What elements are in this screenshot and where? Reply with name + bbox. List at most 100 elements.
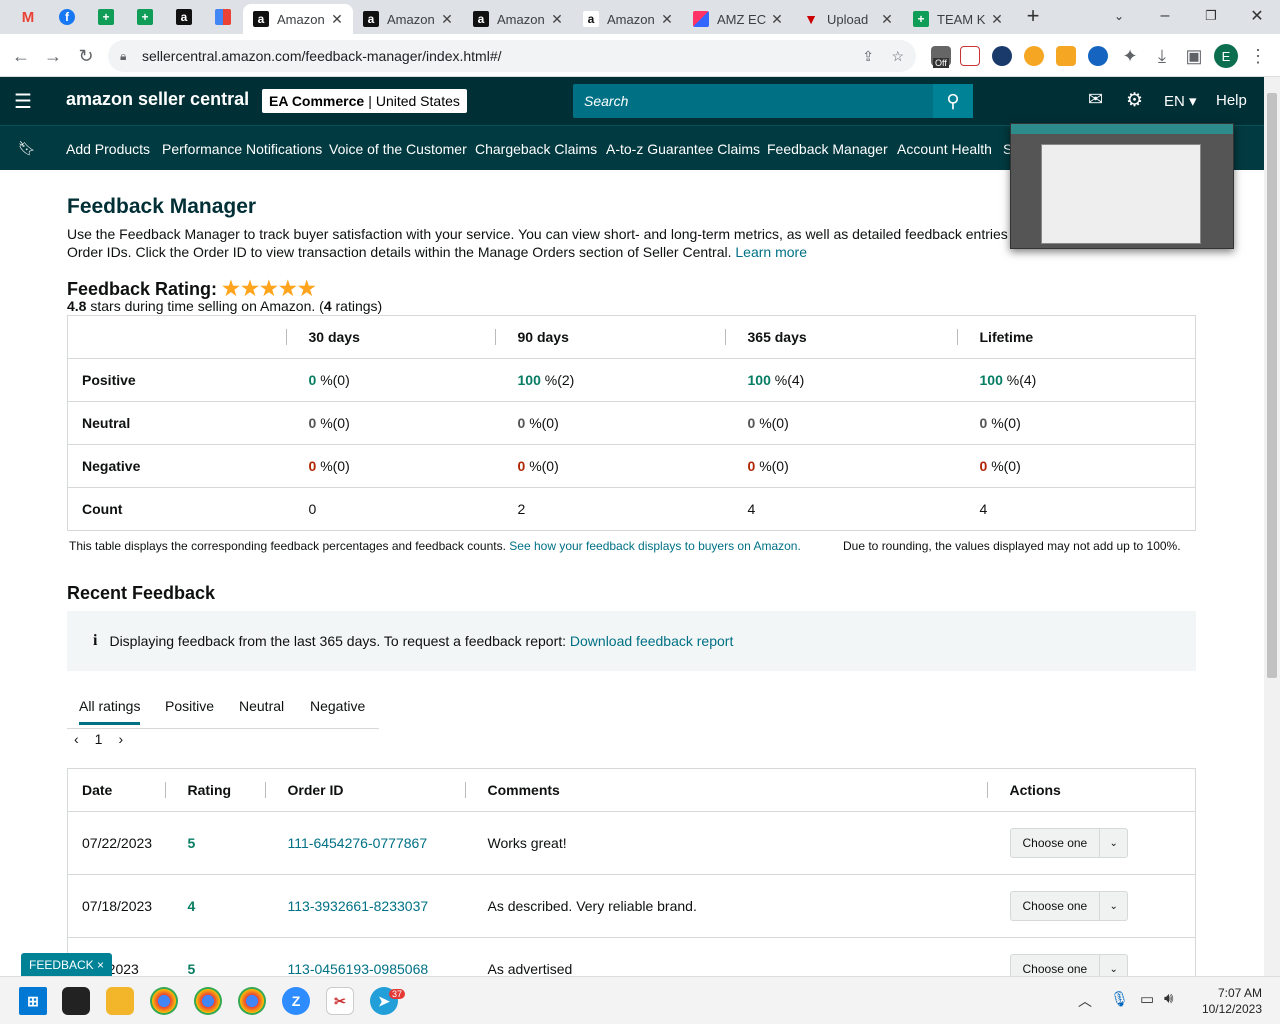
amazon-pinned-tab[interactable]: a xyxy=(172,6,196,28)
restore-button[interactable]: ❐ xyxy=(1188,0,1234,32)
volume-icon[interactable]: 🔊︎ xyxy=(1164,990,1173,1007)
col-header: Order ID xyxy=(264,769,474,812)
scrollbar-thumb[interactable] xyxy=(1267,93,1277,678)
facebook-pinned-tab[interactable]: f xyxy=(55,6,79,28)
mail-icon[interactable]: ✉ xyxy=(1088,89,1103,110)
gmail-pinned-tab[interactable]: M xyxy=(16,6,40,28)
back-arrow-icon[interactable]: ← xyxy=(8,43,34,69)
store-selector[interactable]: EA Commerce | United States xyxy=(262,89,467,113)
browser-menu-icon[interactable]: ⋮ xyxy=(1245,43,1271,69)
tab-negative[interactable]: Negative xyxy=(310,698,365,714)
help-link[interactable]: Help xyxy=(1216,92,1247,109)
info-text: Displaying feedback from the last 365 da… xyxy=(109,633,567,649)
page-number[interactable]: 1 xyxy=(95,731,103,747)
browser-tab-7[interactable]: + TEAM K ✕ xyxy=(903,4,1013,34)
tab-search-chevron-icon[interactable]: ⌄ xyxy=(1096,0,1142,32)
logo[interactable]: amazon seller central xyxy=(66,89,249,110)
browser-tab-6[interactable]: ▼ Upload ✕ xyxy=(793,4,903,34)
sheets-pinned-tab[interactable]: + xyxy=(94,6,118,28)
actions-cell: Choose one ⌄ xyxy=(995,937,1196,976)
snipping-tool-icon[interactable]: ✂ xyxy=(326,987,354,1015)
learn-more-link[interactable]: Learn more xyxy=(735,244,807,260)
download-icon[interactable]: ⤓ xyxy=(1149,43,1175,69)
action-dropdown[interactable]: Choose one ⌄ xyxy=(1009,891,1129,921)
buyer-display-link[interactable]: See how your feedback displays to buyers… xyxy=(509,539,801,553)
profile-avatar[interactable]: E xyxy=(1214,44,1238,68)
close-icon[interactable]: ✕ xyxy=(989,11,1005,28)
share-icon[interactable]: ⇪ xyxy=(862,48,874,65)
windows-start-icon[interactable]: ⊞ xyxy=(19,987,47,1015)
nav-voice-of-customer[interactable]: Voice of the Customer xyxy=(329,141,467,157)
tab-neutral[interactable]: Neutral xyxy=(239,698,284,714)
extension-icon-4[interactable] xyxy=(1024,46,1044,66)
search-input[interactable]: Search xyxy=(573,84,933,118)
action-dropdown[interactable]: Choose one ⌄ xyxy=(1009,828,1129,858)
nav-add-products[interactable]: Add Products xyxy=(66,141,150,157)
tab-all-ratings[interactable]: All ratings xyxy=(79,698,141,725)
nav-performance-notifications[interactable]: Performance Notifications xyxy=(162,141,322,157)
new-tab-button[interactable]: + xyxy=(1010,0,1056,32)
close-window-button[interactable]: ✕ xyxy=(1234,0,1280,32)
extension-icon-6[interactable] xyxy=(1088,46,1108,66)
minimize-button[interactable]: – xyxy=(1142,0,1188,32)
dropdown-label: Choose one xyxy=(1022,836,1088,850)
network-icon[interactable]: ▭ xyxy=(1140,990,1154,1008)
forward-arrow-icon[interactable]: → xyxy=(40,43,66,69)
url-input[interactable]: 🔒︎ sellercentral.amazon.com/feedback-man… xyxy=(108,40,916,72)
search-button[interactable]: ⚲ xyxy=(933,84,973,118)
microphone-icon[interactable]: 🎙︎ xyxy=(1110,990,1129,1008)
file-explorer-icon[interactable] xyxy=(106,987,134,1015)
chrome-icon-2[interactable] xyxy=(194,987,222,1015)
order-id-link[interactable]: 113-0456193-0985068 xyxy=(273,937,474,976)
sheets-icon: + xyxy=(137,9,153,25)
tab-positive[interactable]: Positive xyxy=(165,698,214,714)
close-icon[interactable]: ✕ xyxy=(549,11,565,28)
hamburger-menu-icon[interactable]: ☰ xyxy=(14,89,32,114)
reload-icon[interactable]: ↻ xyxy=(73,43,99,69)
nav-feedback-manager[interactable]: Feedback Manager xyxy=(767,141,888,157)
comment-cell: As advertised xyxy=(473,937,996,976)
close-icon[interactable]: ✕ xyxy=(879,11,895,28)
gear-icon[interactable]: ⚙ xyxy=(1126,89,1143,112)
clock[interactable]: 7:07 AM 10/12/2023 xyxy=(1198,985,1262,1017)
sheets-icon: + xyxy=(913,11,929,27)
browser-tab-3[interactable]: a Amazon ✕ xyxy=(463,4,573,34)
close-icon[interactable]: ✕ xyxy=(439,11,455,28)
bookmark-icon[interactable]: 🔖︎ xyxy=(18,140,36,157)
nav-chargeback-claims[interactable]: Chargeback Claims xyxy=(475,141,597,157)
close-icon[interactable]: ✕ xyxy=(659,11,675,28)
feedback-floating-tab[interactable]: FEEDBACK × xyxy=(21,953,112,976)
order-id-link[interactable]: 111-6454276-0777867 xyxy=(273,811,474,875)
nav-a-to-z-claims[interactable]: A-to-z Guarantee Claims xyxy=(606,141,760,157)
action-dropdown[interactable]: Choose one ⌄ xyxy=(1009,954,1129,976)
download-report-link[interactable]: Download feedback report xyxy=(570,633,733,649)
page-scrollbar[interactable] xyxy=(1264,77,1280,976)
sheets-pinned-tab-2[interactable]: + xyxy=(133,6,157,28)
task-view-icon[interactable] xyxy=(62,987,90,1015)
browser-tab-4[interactable]: a Amazon ✕ xyxy=(573,4,683,34)
order-id-link[interactable]: 113-3932661-8233037 xyxy=(273,874,474,938)
chrome-icon-3[interactable] xyxy=(238,987,266,1015)
preview-popup[interactable] xyxy=(1010,123,1234,249)
prev-page-icon[interactable]: ‹ xyxy=(74,731,79,747)
row-label: Neutral xyxy=(67,401,295,445)
chrome-icon[interactable] xyxy=(150,987,178,1015)
extension-icon-2[interactable] xyxy=(960,46,980,66)
nav-account-health[interactable]: Account Health xyxy=(897,141,992,157)
extension-icon-3[interactable] xyxy=(992,46,1012,66)
next-page-icon[interactable]: › xyxy=(118,731,123,747)
zoom-icon[interactable]: Z xyxy=(282,987,310,1015)
close-icon[interactable]: ✕ xyxy=(329,11,345,28)
close-icon[interactable]: ✕ xyxy=(769,11,785,28)
browser-tab-2[interactable]: a Amazon ✕ xyxy=(353,4,463,34)
bookmark-star-icon[interactable]: ☆ xyxy=(891,48,904,65)
language-selector[interactable]: EN ▾ xyxy=(1164,92,1197,110)
table-note: This table displays the corresponding fe… xyxy=(69,539,801,553)
chevron-up-icon[interactable]: ︿ xyxy=(1078,991,1092,1011)
apps-pinned-tab[interactable] xyxy=(211,6,235,28)
browser-tab-1[interactable]: a Amazon ✕ xyxy=(243,4,353,34)
browser-tab-5[interactable]: AMZ EC ✕ xyxy=(683,4,793,34)
sidepanel-icon[interactable]: ▣ xyxy=(1181,43,1207,69)
extension-icon-5[interactable] xyxy=(1056,46,1076,66)
puzzle-icon[interactable]: ✦ xyxy=(1117,43,1143,69)
